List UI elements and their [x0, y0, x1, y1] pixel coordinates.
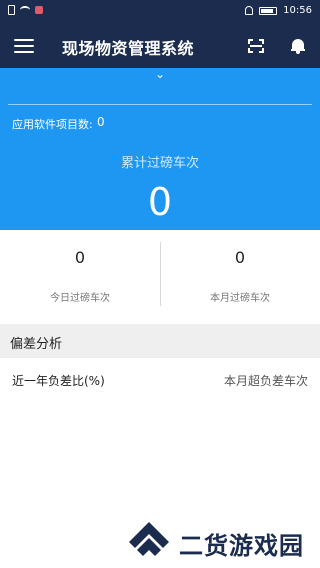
wifi-icon: [20, 6, 30, 14]
chevron-down-icon[interactable]: ⌄: [155, 68, 165, 80]
today-weighings-value: 0: [74, 248, 86, 267]
bell-off-icon: [245, 6, 254, 15]
bell-icon[interactable]: [291, 38, 305, 54]
watermark-logo-icon: [129, 522, 169, 556]
app-header: 现场物资管理系统: [0, 22, 320, 68]
yearly-negative-ratio-label[interactable]: 近一年负差比(%): [12, 372, 105, 389]
scan-icon[interactable]: [248, 39, 264, 53]
divider: [8, 104, 312, 105]
app-notification-icon: [35, 6, 43, 14]
total-weighings-value: 0: [147, 180, 173, 224]
month-weighings-label: 本月过磅车次: [210, 293, 270, 304]
app-count-label: 应用软件项目数:: [12, 118, 93, 131]
watermark-text: 二货游戏园: [179, 532, 304, 560]
sim-icon: [8, 5, 15, 15]
status-time: 10:56: [283, 5, 312, 16]
deviation-analysis-row: 近一年负差比(%) 本月超负差车次: [0, 362, 320, 398]
status-left: [8, 5, 43, 15]
section-title: 偏差分析: [10, 337, 63, 352]
status-bar: 10:56: [0, 0, 320, 22]
deviation-analysis-header: 偏差分析: [0, 324, 320, 358]
month-weighings-value: 0: [234, 248, 246, 267]
menu-icon[interactable]: [14, 39, 34, 53]
status-right: 10:56: [245, 5, 312, 16]
watermark: 二货游戏园: [127, 520, 317, 564]
today-stat[interactable]: 0 今日过磅车次: [0, 230, 160, 320]
monthly-over-negative-label[interactable]: 本月超负差车次: [224, 372, 308, 389]
weighing-stats: 0 今日过磅车次 0 本月过磅车次: [0, 230, 320, 320]
total-weighings-label: 累计过磅车次: [120, 156, 199, 171]
today-weighings-label: 今日过磅车次: [50, 293, 110, 304]
app-count-value: 0: [97, 115, 105, 129]
summary-panel: ⌄ 应用软件项目数: 0 累计过磅车次 0: [0, 68, 320, 230]
month-stat[interactable]: 0 本月过磅车次: [160, 230, 320, 320]
page-title: 现场物资管理系统: [62, 39, 195, 58]
battery-icon: [259, 6, 278, 15]
